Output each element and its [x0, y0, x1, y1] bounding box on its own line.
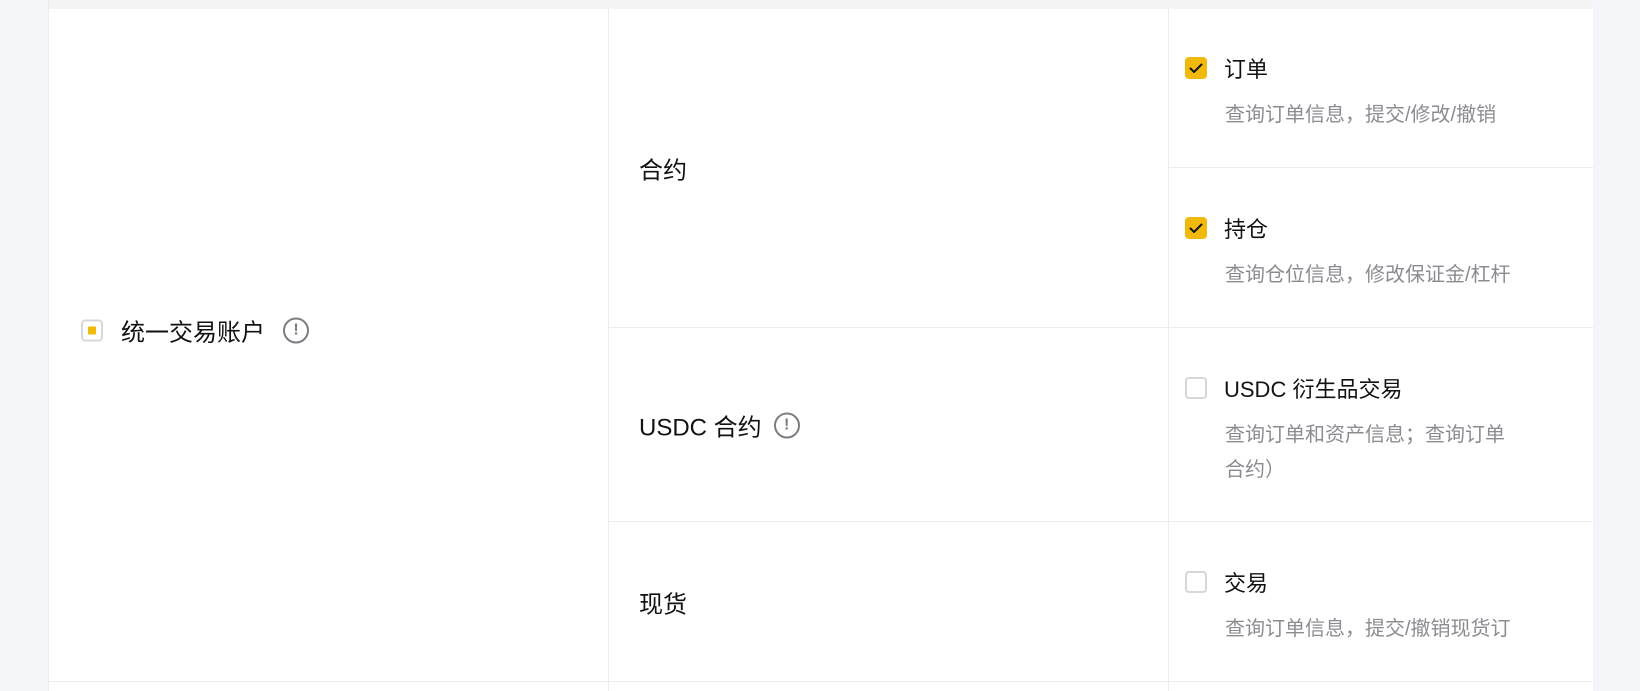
permission-checkbox[interactable] — [1185, 217, 1207, 239]
permission-spot-trade: 交易 查询订单信息，提交/撤销现货订 — [1185, 566, 1593, 647]
category-usdc-futures: USDC 合约 ! — [639, 408, 800, 443]
account-label: 统一交易账户 — [121, 319, 265, 347]
permission-positions: 持仓 查询仓位信息，修改保证金/杠杆 — [1185, 212, 1593, 293]
permission-description-line: 合约） — [1225, 459, 1285, 481]
permission-checkbox[interactable] — [1185, 377, 1207, 399]
row-divider — [1169, 167, 1593, 168]
permission-description: 查询订单信息，提交/撤销现货订 — [1225, 618, 1511, 640]
permission-title: 交易 — [1224, 571, 1269, 596]
column-divider — [608, 9, 609, 691]
permission-description: 查询订单和资产信息；查询订单 合约） — [1225, 418, 1593, 488]
category-label: USDC 合约 — [639, 414, 762, 442]
row-divider — [609, 327, 1593, 328]
permission-description: 查询订单信息，提交/修改/撤销 — [1225, 104, 1497, 126]
row-divider — [49, 681, 1593, 682]
category-label: 合约 — [639, 157, 687, 185]
permission-description: 查询仓位信息，修改保证金/杠杆 — [1225, 264, 1511, 286]
permission-title: 持仓 — [1224, 217, 1269, 242]
category-label: 现货 — [639, 591, 687, 619]
permission-orders: 订单 查询订单信息，提交/修改/撤销 — [1185, 52, 1593, 133]
exclamation-circle-icon[interactable]: ! — [773, 412, 800, 438]
permission-description-line: 查询订单和资产信息；查询订单 — [1225, 424, 1505, 446]
account-checkbox[interactable] — [81, 319, 103, 341]
table-header-strip — [49, 0, 1593, 9]
column-divider — [1168, 9, 1169, 691]
exclamation-circle-icon[interactable]: ! — [283, 317, 309, 343]
permission-title: 订单 — [1224, 57, 1269, 82]
permission-checkbox[interactable] — [1185, 571, 1207, 593]
account-cell: 统一交易账户 ! — [81, 313, 309, 348]
category-futures: 合约 — [639, 151, 687, 186]
permission-usdc-derivatives: USDC 衍生品交易 查询订单和资产信息；查询订单 合约） — [1185, 372, 1593, 488]
check-icon — [1189, 63, 1203, 73]
check-icon — [1189, 223, 1203, 233]
permission-title: USDC 衍生品交易 — [1224, 377, 1403, 402]
permission-checkbox[interactable] — [1185, 57, 1207, 79]
row-divider — [609, 521, 1593, 522]
permissions-table: 统一交易账户 ! 合约 USDC 合约 ! 现货 订单 查询订单信息，提交/修改… — [48, 0, 1593, 691]
category-spot: 现货 — [639, 585, 687, 620]
